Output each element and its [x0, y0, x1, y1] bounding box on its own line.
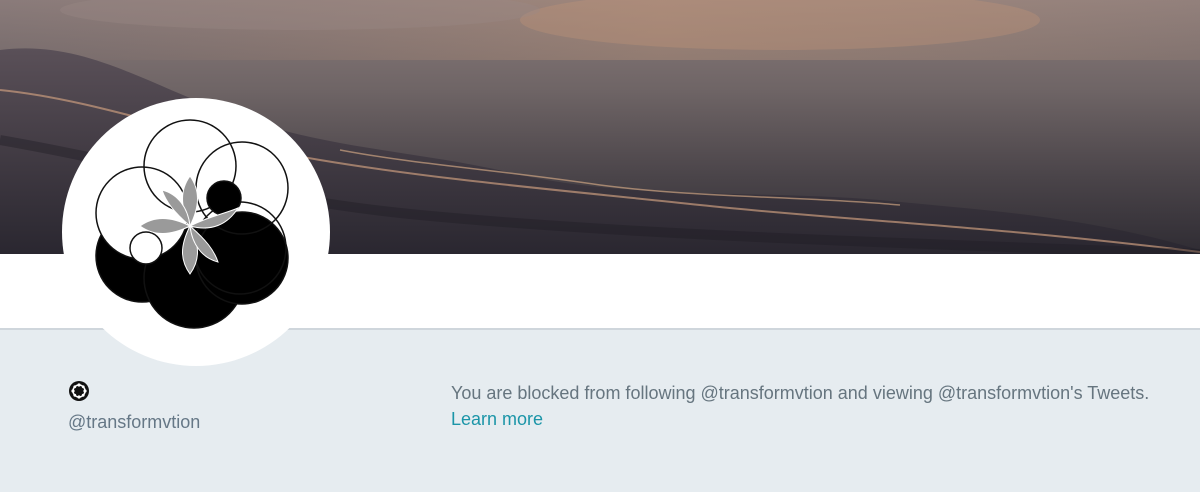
- profile-avatar[interactable]: [62, 98, 330, 366]
- sacred-geometry-logo-icon: [95, 119, 289, 329]
- learn-more-link[interactable]: Learn more: [451, 406, 543, 432]
- blocked-message: You are blocked from following @transfor…: [451, 383, 1150, 403]
- profile-info: @transformvtion: [68, 380, 200, 433]
- flower-badge-icon: [69, 381, 89, 401]
- blocked-notice: You are blocked from following @transfor…: [451, 380, 1191, 432]
- profile-handle[interactable]: @transformvtion: [68, 412, 200, 433]
